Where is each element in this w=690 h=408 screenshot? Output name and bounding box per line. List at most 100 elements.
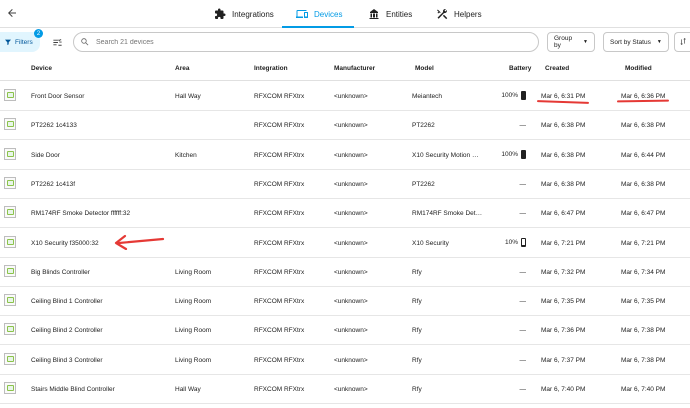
cell-modified: Mar 6, 7:38 PM bbox=[621, 327, 666, 335]
caret-down-icon: ▼ bbox=[583, 39, 588, 45]
battery-text: 10% bbox=[504, 238, 518, 246]
table-row[interactable]: RM174RF Smoke Detector ffffff:32 RFXCOM R… bbox=[0, 199, 690, 229]
filter-icon bbox=[5, 39, 11, 45]
sort-dropdown[interactable]: Sort by Status ▼ bbox=[603, 32, 669, 52]
cell-manufacturer: <unknown> bbox=[334, 151, 368, 159]
cell-battery: 100% bbox=[480, 149, 526, 159]
cell-manufacturer: <unknown> bbox=[334, 210, 368, 218]
tab-label: Entities bbox=[386, 9, 413, 19]
table-row[interactable]: Ceiling Blind 3 Controller Living Room RFX… bbox=[0, 346, 690, 375]
cell-device: Ceiling Blind 1 Controller bbox=[31, 298, 103, 306]
cell-manufacturer: <unknown> bbox=[334, 122, 368, 130]
cell-modified: Mar 6, 7:34 PM bbox=[621, 268, 666, 276]
device-image-placeholder-icon bbox=[4, 206, 16, 219]
sort-direction-button[interactable] bbox=[674, 32, 690, 52]
tab-entities[interactable]: Entities bbox=[368, 0, 412, 28]
cell-created: Mar 6, 7:37 PM bbox=[541, 356, 586, 364]
cell-battery: — bbox=[480, 298, 527, 305]
cell-battery: 10% bbox=[480, 237, 526, 247]
filters-button[interactable]: Filters 2 bbox=[0, 29, 43, 52]
table-row[interactable]: Stairs Middle Blind Controller Hall Way RF… bbox=[0, 375, 690, 404]
sort-label: Sort by Status bbox=[610, 38, 651, 46]
column-header-area[interactable]: Area bbox=[175, 65, 189, 72]
battery-text: — bbox=[519, 122, 527, 130]
tab-integrations[interactable]: Integrations bbox=[214, 0, 274, 28]
tab-bar: Integrations Devices Entities Helpers bbox=[0, 0, 690, 28]
table-settings-button[interactable] bbox=[50, 35, 64, 49]
group-by-dropdown[interactable]: Group by ▼ bbox=[547, 32, 595, 52]
toolbar: Filters 2 Group by ▼ Sort by Status ▼ bbox=[0, 29, 690, 55]
battery-text: — bbox=[519, 180, 527, 188]
battery-icon bbox=[521, 237, 526, 247]
table-row[interactable]: Side Door Kitchen RFXCOM RFXtrx <unknown> X1… bbox=[0, 141, 690, 170]
device-image-placeholder-icon bbox=[4, 323, 16, 336]
cell-manufacturer: <unknown> bbox=[334, 386, 368, 393]
table-row[interactable]: PT2262 1c413f RFXCOM RFXtrx <unknown> PT226… bbox=[0, 170, 690, 199]
tab-label: Helpers bbox=[454, 9, 482, 19]
cell-device: Ceiling Blind 3 Controller bbox=[31, 356, 103, 364]
table-row[interactable]: Ceiling Blind 2 Controller Living Room RFX… bbox=[0, 316, 690, 346]
battery-text: — bbox=[519, 268, 527, 276]
cell-integration: RFXCOM RFXtrx bbox=[254, 386, 305, 393]
column-header-manufacturer[interactable]: Manufacturer bbox=[334, 65, 375, 72]
cell-modified: Mar 6, 6:47 PM bbox=[621, 210, 666, 218]
puzzle-icon bbox=[214, 8, 226, 20]
search-box[interactable] bbox=[73, 32, 539, 52]
table-row[interactable]: Front Door Sensor Hall Way RFXCOM RFXtrx <u… bbox=[0, 82, 690, 111]
device-image-placeholder-icon bbox=[4, 89, 16, 101]
table-row[interactable]: X10 Security f35000:32 RFXCOM RFXtrx <unkn… bbox=[0, 229, 690, 258]
cell-device: PT2262 1c413f bbox=[31, 180, 76, 188]
tools-icon bbox=[436, 8, 448, 20]
cell-battery: — bbox=[480, 356, 527, 364]
cell-modified: Mar 6, 7:35 PM bbox=[621, 298, 666, 306]
column-header-modified[interactable]: Modified bbox=[625, 65, 652, 72]
cell-integration: RFXCOM RFXtrx bbox=[254, 298, 305, 306]
search-input[interactable] bbox=[96, 38, 516, 46]
cell-battery: — bbox=[480, 327, 527, 335]
column-header-battery[interactable]: Battery bbox=[509, 65, 531, 72]
cell-integration: RFXCOM RFXtrx bbox=[254, 268, 305, 276]
table-row[interactable]: PT2262 1c4133 RFXCOM RFXtrx <unknown> PT226… bbox=[0, 111, 690, 141]
cell-area: Living Room bbox=[175, 298, 212, 306]
cell-created: Mar 6, 7:35 PM bbox=[541, 298, 586, 306]
cell-modified: Mar 6, 6:38 PM bbox=[621, 180, 666, 188]
cell-device: Big Blinds Controller bbox=[31, 268, 90, 276]
column-header-model[interactable]: Model bbox=[415, 65, 434, 72]
cell-modified: Mar 6, 7:38 PM bbox=[621, 356, 666, 364]
battery-level-fill bbox=[522, 150, 525, 158]
cell-created: Mar 6, 6:31 PM bbox=[541, 93, 586, 100]
top-app-bar: Integrations Devices Entities Helpers bbox=[0, 0, 690, 28]
annotation-arrow-icon bbox=[114, 234, 165, 250]
battery-text: 100% bbox=[501, 150, 518, 158]
battery-text: — bbox=[519, 356, 527, 364]
column-header-device[interactable]: Device bbox=[31, 65, 52, 72]
cell-modified: Mar 6, 6:38 PM bbox=[621, 122, 666, 130]
cell-created: Mar 6, 7:40 PM bbox=[541, 386, 586, 393]
cell-integration: RFXCOM RFXtrx bbox=[254, 239, 305, 247]
cell-area: Kitchen bbox=[175, 151, 197, 159]
cell-manufacturer: <unknown> bbox=[334, 180, 368, 188]
battery-level-fill bbox=[522, 92, 525, 99]
device-image-placeholder-icon bbox=[4, 235, 16, 248]
column-header-created[interactable]: Created bbox=[545, 65, 569, 72]
battery-text: — bbox=[519, 386, 527, 393]
cell-modified: Mar 6, 7:40 PM bbox=[621, 386, 666, 393]
device-image-placeholder-icon bbox=[4, 382, 16, 394]
cell-created: Mar 6, 6:47 PM bbox=[541, 210, 586, 218]
cell-battery: — bbox=[480, 210, 527, 217]
column-header-integration[interactable]: Integration bbox=[254, 65, 288, 72]
battery-text: — bbox=[519, 327, 527, 335]
cell-area: Hall Way bbox=[175, 93, 201, 100]
tab-helpers[interactable]: Helpers bbox=[436, 0, 482, 28]
table-row[interactable]: Big Blinds Controller Living Room RFXCOM R… bbox=[0, 258, 690, 287]
cell-integration: RFXCOM RFXtrx bbox=[254, 93, 305, 100]
list-settings-icon bbox=[52, 38, 62, 46]
tab-devices[interactable]: Devices bbox=[296, 0, 342, 28]
cell-manufacturer: <unknown> bbox=[334, 298, 368, 306]
cell-area: Living Room bbox=[175, 356, 212, 364]
table-row[interactable]: Ceiling Blind 1 Controller Living Room RFX… bbox=[0, 287, 690, 317]
cell-modified: Mar 6, 7:21 PM bbox=[621, 239, 666, 247]
cell-device: Front Door Sensor bbox=[31, 93, 85, 100]
battery-icon bbox=[521, 149, 526, 159]
active-tab-indicator bbox=[282, 26, 354, 28]
